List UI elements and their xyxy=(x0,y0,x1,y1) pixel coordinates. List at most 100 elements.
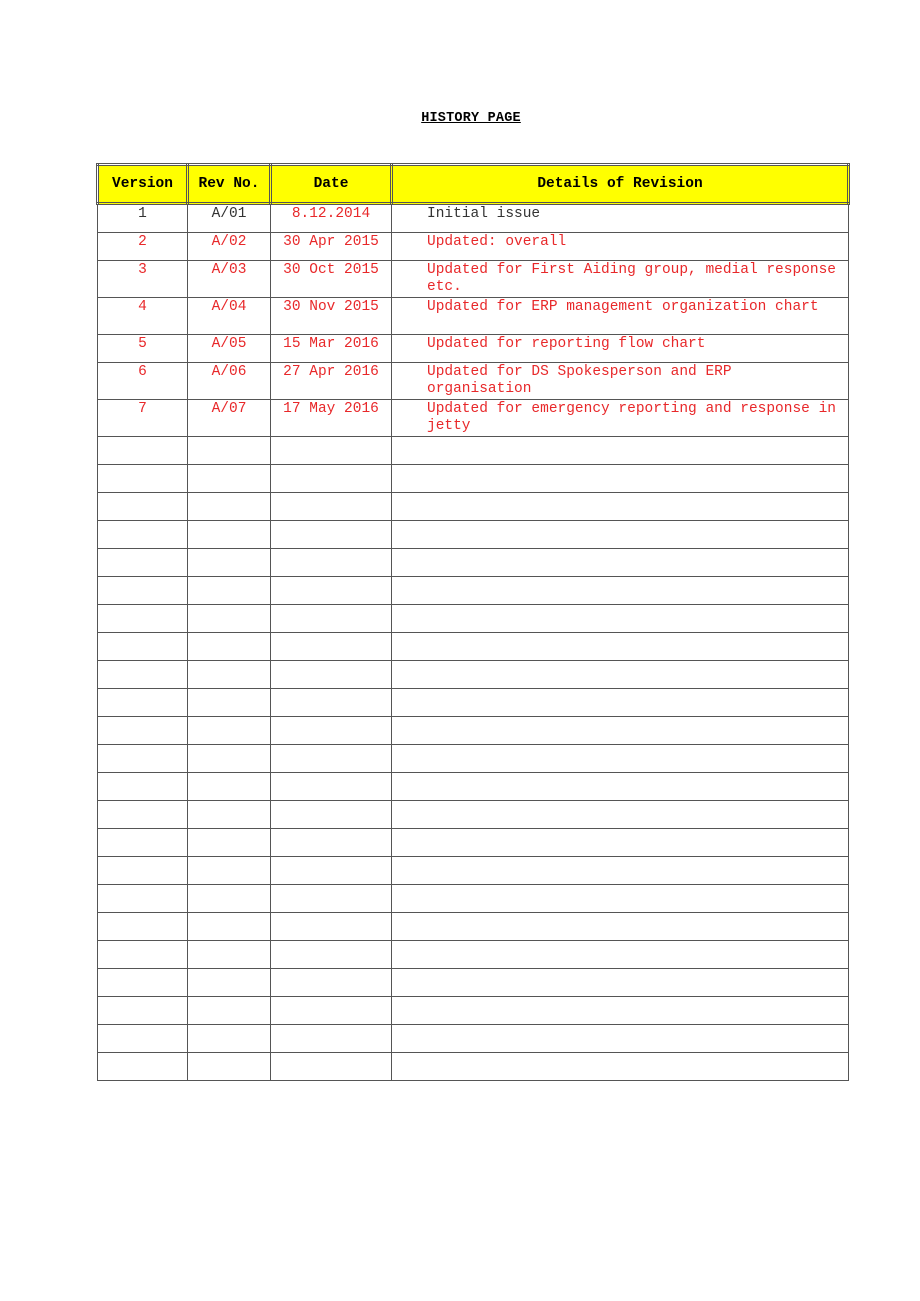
cell-date-empty xyxy=(270,688,392,717)
cell-rev-no-empty xyxy=(187,548,271,577)
cell-details: Updated for reporting flow chart xyxy=(391,334,849,363)
cell-rev-no: A/03 xyxy=(187,260,271,298)
cell-date-empty xyxy=(270,856,392,885)
cell-date-empty xyxy=(270,1052,392,1081)
cell-date-empty xyxy=(270,492,392,521)
cell-version-empty xyxy=(97,744,188,773)
cell-version-empty xyxy=(97,464,188,493)
page-title: HISTORY PAGE xyxy=(421,111,521,126)
header-rev-no: Rev No. xyxy=(186,163,272,205)
cell-rev-no-empty xyxy=(187,912,271,941)
empty-table-row xyxy=(97,576,849,605)
cell-date-empty xyxy=(270,940,392,969)
cell-version-empty xyxy=(97,828,188,857)
cell-version-empty xyxy=(97,548,188,577)
empty-table-row xyxy=(97,800,849,829)
table-body: 1 A/01 8.12.2014 Initial issue 2 A/02 30… xyxy=(97,203,849,1081)
empty-table-row xyxy=(97,660,849,689)
cell-version-empty xyxy=(97,1052,188,1081)
empty-table-row xyxy=(97,1052,849,1081)
cell-version-empty xyxy=(97,800,188,829)
cell-date: 15 Mar 2016 xyxy=(270,334,392,363)
cell-rev-no-empty xyxy=(187,856,271,885)
cell-version-empty xyxy=(97,436,188,465)
cell-date-empty xyxy=(270,604,392,633)
cell-details: Updated for DS Spokesperson and ERP orga… xyxy=(391,362,849,400)
cell-details-empty xyxy=(391,464,849,493)
cell-rev-no-empty xyxy=(187,604,271,633)
cell-details-empty xyxy=(391,492,849,521)
cell-date-empty xyxy=(270,576,392,605)
cell-date: 30 Oct 2015 xyxy=(270,260,392,298)
cell-rev-no-empty xyxy=(187,744,271,773)
header-version: Version xyxy=(96,163,189,205)
cell-details-empty xyxy=(391,604,849,633)
cell-rev-no: A/07 xyxy=(187,399,271,437)
cell-details: Updated for First Aiding group, medial r… xyxy=(391,260,849,298)
cell-rev-no-empty xyxy=(187,1024,271,1053)
empty-table-row xyxy=(97,548,849,577)
empty-table-row xyxy=(97,968,849,997)
table-row: 4 A/04 30 Nov 2015 Updated for ERP manag… xyxy=(97,297,849,335)
empty-table-row xyxy=(97,856,849,885)
cell-rev-no-empty xyxy=(187,660,271,689)
cell-version: 6 xyxy=(97,362,188,400)
empty-table-row xyxy=(97,632,849,661)
cell-details-empty xyxy=(391,520,849,549)
cell-rev-no-empty xyxy=(187,576,271,605)
cell-version: 5 xyxy=(97,334,188,363)
cell-date-empty xyxy=(270,632,392,661)
cell-rev-no-empty xyxy=(187,436,271,465)
empty-table-row xyxy=(97,744,849,773)
cell-details-empty xyxy=(391,436,849,465)
cell-date-empty xyxy=(270,436,392,465)
empty-table-row xyxy=(97,716,849,745)
cell-details: Initial issue xyxy=(391,203,849,233)
cell-version-empty xyxy=(97,1024,188,1053)
cell-version-empty xyxy=(97,716,188,745)
cell-date-empty xyxy=(270,828,392,857)
empty-table-row xyxy=(97,828,849,857)
cell-date: 27 Apr 2016 xyxy=(270,362,392,400)
cell-details-empty xyxy=(391,828,849,857)
cell-date: 30 Apr 2015 xyxy=(270,232,392,261)
cell-date-empty xyxy=(270,520,392,549)
cell-rev-no: A/05 xyxy=(187,334,271,363)
cell-rev-no-empty xyxy=(187,520,271,549)
cell-date-empty xyxy=(270,772,392,801)
cell-version: 7 xyxy=(97,399,188,437)
cell-version-empty xyxy=(97,492,188,521)
cell-rev-no-empty xyxy=(187,772,271,801)
cell-version-empty xyxy=(97,940,188,969)
cell-rev-no-empty xyxy=(187,716,271,745)
cell-date-empty xyxy=(270,1024,392,1053)
cell-rev-no-empty xyxy=(187,800,271,829)
cell-rev-no-empty xyxy=(187,464,271,493)
empty-table-row xyxy=(97,604,849,633)
cell-details-empty xyxy=(391,744,849,773)
empty-table-row xyxy=(97,884,849,913)
empty-table-row xyxy=(97,1024,849,1053)
cell-rev-no: A/01 xyxy=(187,203,271,233)
cell-date-empty xyxy=(270,996,392,1025)
cell-version-empty xyxy=(97,968,188,997)
cell-rev-no-empty xyxy=(187,492,271,521)
cell-details-empty xyxy=(391,716,849,745)
empty-table-row xyxy=(97,520,849,549)
cell-date-empty xyxy=(270,464,392,493)
cell-version-empty xyxy=(97,604,188,633)
cell-date-empty xyxy=(270,968,392,997)
cell-version-empty xyxy=(97,688,188,717)
cell-details-empty xyxy=(391,800,849,829)
cell-version: 2 xyxy=(97,232,188,261)
cell-date: 8.12.2014 xyxy=(270,203,392,233)
empty-table-row xyxy=(97,492,849,521)
cell-rev-no: A/04 xyxy=(187,297,271,335)
cell-rev-no-empty xyxy=(187,688,271,717)
cell-version-empty xyxy=(97,912,188,941)
cell-version-empty xyxy=(97,884,188,913)
cell-rev-no-empty xyxy=(187,884,271,913)
cell-date-empty xyxy=(270,744,392,773)
cell-version-empty xyxy=(97,632,188,661)
cell-date-empty xyxy=(270,912,392,941)
